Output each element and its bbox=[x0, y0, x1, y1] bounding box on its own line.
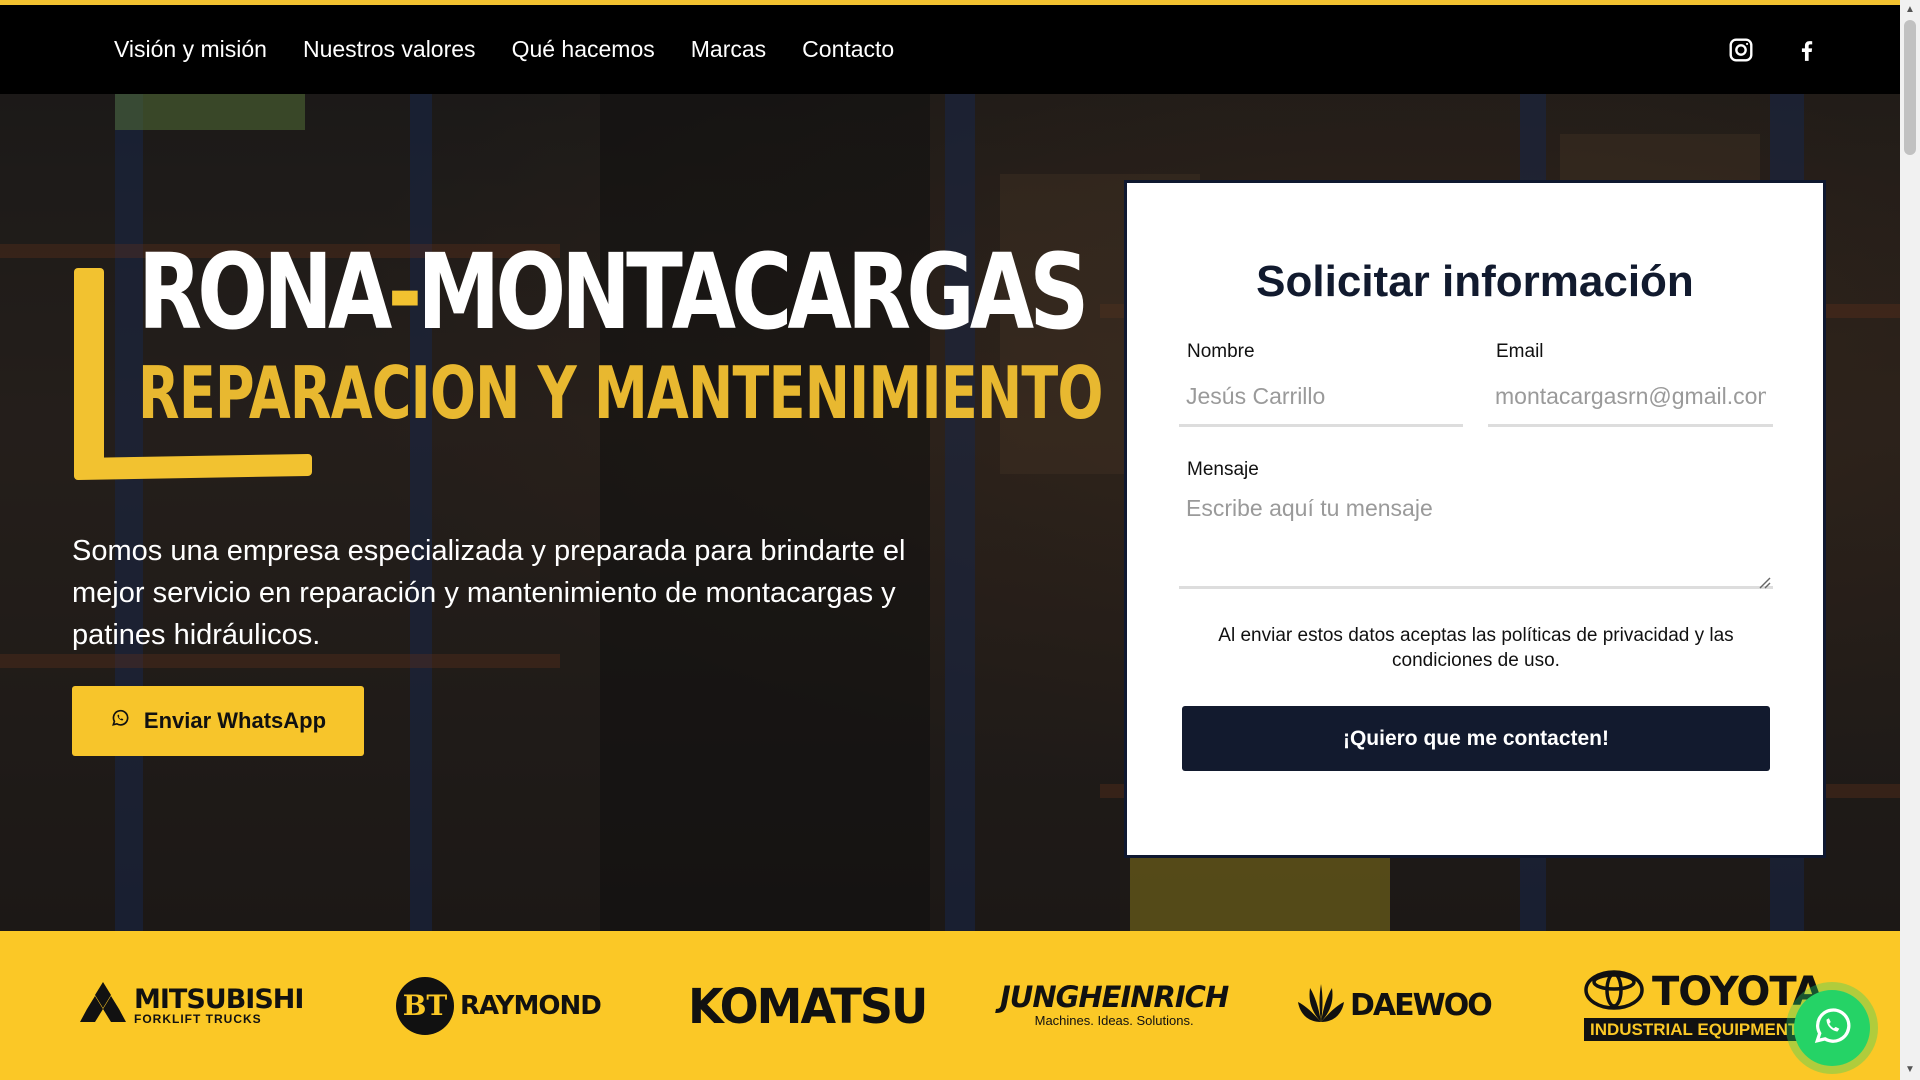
title-bracket bbox=[74, 268, 104, 478]
message-textarea[interactable] bbox=[1179, 483, 1773, 589]
toyota-tagline: INDUSTRIAL EQUIPMENT bbox=[1584, 1018, 1823, 1041]
page-scrollbar[interactable]: ▲ ▼ bbox=[1900, 0, 1920, 1080]
nav-contacto[interactable]: Contacto bbox=[802, 36, 894, 63]
social-links bbox=[1728, 5, 1820, 94]
hero-subtitle: REPARACION Y MANTENIMIENTO bbox=[138, 351, 1103, 435]
jungheinrich-wordmark: JUNGHEINRICH bbox=[1000, 980, 1229, 1015]
brand-komatsu[interactable]: KOMATSU bbox=[688, 931, 928, 1080]
nav-nuestros-valores[interactable]: Nuestros valores bbox=[303, 36, 476, 63]
nav-links: Visión y misión Nuestros valores Qué hac… bbox=[114, 36, 894, 63]
whatsapp-float-button[interactable] bbox=[1794, 990, 1870, 1066]
brand-mitsubishi[interactable]: MITSUBISHI FORKLIFT TRUCKS bbox=[80, 931, 304, 1080]
brand-toyota[interactable]: TOYOTA INDUSTRIAL EQUIPMENT bbox=[1584, 931, 1824, 1080]
email-input[interactable] bbox=[1488, 369, 1773, 427]
whatsapp-button-label: Enviar WhatsApp bbox=[143, 708, 327, 733]
brands-bar: MITSUBISHI FORKLIFT TRUCKS BT RAYMOND KO… bbox=[0, 931, 1900, 1080]
brand-jungheinrich[interactable]: JUNGHEINRICH Machines. Ideas. Solutions. bbox=[1000, 931, 1229, 1080]
nav-vision-mision[interactable]: Visión y misión bbox=[114, 36, 267, 63]
mitsubishi-wordmark: MITSUBISHI FORKLIFT TRUCKS bbox=[134, 984, 304, 1026]
title-bracket-bottom bbox=[74, 453, 312, 481]
facebook-icon[interactable] bbox=[1794, 37, 1820, 63]
instagram-icon[interactable] bbox=[1728, 37, 1754, 63]
jungheinrich-tagline: Machines. Ideas. Solutions. bbox=[1034, 1013, 1194, 1029]
komatsu-wordmark: KOMATSU bbox=[688, 977, 928, 1034]
privacy-notice: Al enviar estos datos aceptas las políti… bbox=[1218, 625, 1734, 671]
resize-grip-icon[interactable] bbox=[1757, 575, 1771, 589]
navbar: Visión y misión Nuestros valores Qué hac… bbox=[0, 5, 1900, 94]
form-title: Solicitar información bbox=[1256, 257, 1694, 306]
submit-button[interactable]: ¡Quiero que me contacten! bbox=[1182, 706, 1770, 771]
hero-title: RONA-MONTACARGAS bbox=[138, 231, 1089, 353]
daewoo-logo-icon bbox=[1298, 984, 1344, 1027]
raymond-logo-icon: BT bbox=[396, 976, 454, 1035]
brand-daewoo[interactable]: DAEWOO bbox=[1298, 931, 1493, 1080]
whatsapp-button[interactable]: Enviar WhatsApp bbox=[72, 686, 364, 756]
name-input[interactable] bbox=[1179, 369, 1463, 427]
daewoo-wordmark: DAEWOO bbox=[1350, 988, 1493, 1023]
message-label: Mensaje bbox=[1187, 459, 1259, 480]
scroll-thumb[interactable] bbox=[1904, 20, 1916, 155]
whatsapp-icon bbox=[1810, 1004, 1854, 1053]
toyota-logo-icon bbox=[1584, 970, 1644, 1014]
brand-raymond[interactable]: BT RAYMOND bbox=[396, 931, 602, 1080]
nav-que-hacemos[interactable]: Qué hacemos bbox=[512, 36, 655, 63]
scroll-down-arrow-icon[interactable]: ▼ bbox=[1904, 1064, 1916, 1076]
scroll-up-arrow-icon[interactable]: ▲ bbox=[1904, 4, 1916, 16]
hero-description: Somos una empresa especializada y prepar… bbox=[72, 535, 906, 651]
mitsubishi-logo-icon bbox=[80, 982, 126, 1029]
raymond-wordmark: RAYMOND bbox=[460, 990, 602, 1021]
toyota-wordmark: TOYOTA bbox=[1652, 969, 1824, 1015]
name-label: Nombre bbox=[1187, 341, 1255, 362]
whatsapp-icon bbox=[110, 708, 130, 734]
contact-form: Solicitar información Nombre Email Mensa… bbox=[1124, 180, 1826, 858]
nav-marcas[interactable]: Marcas bbox=[691, 36, 766, 63]
email-label: Email bbox=[1496, 341, 1544, 362]
